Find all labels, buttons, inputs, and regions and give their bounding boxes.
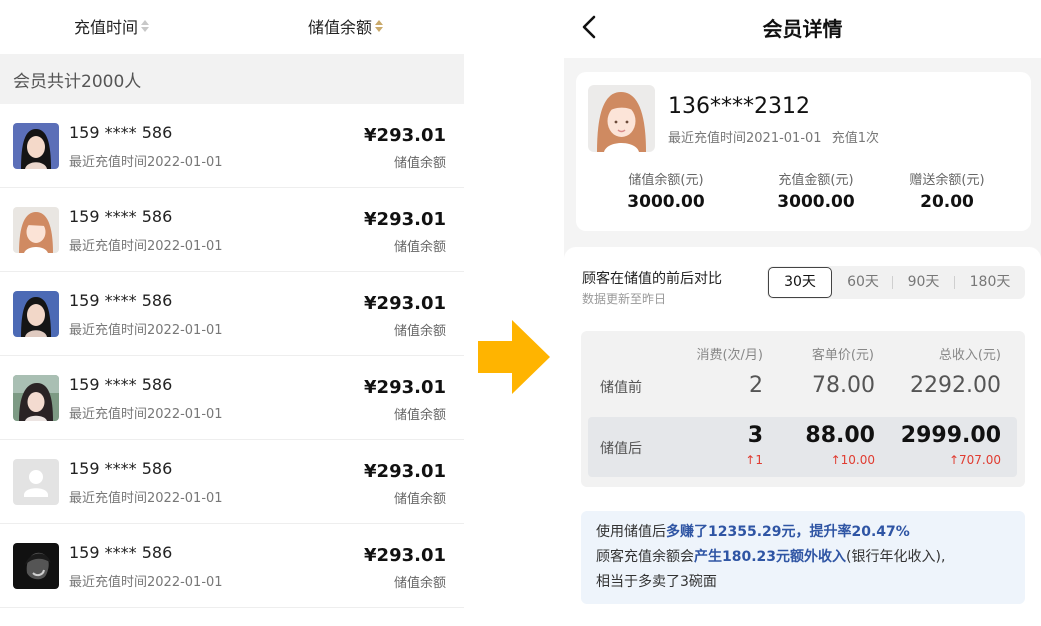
member-last-recharge: 最近充值时间2022-01-01 <box>69 407 223 422</box>
member-last-recharge: 最近充值时间2022-01-01 <box>69 323 223 338</box>
member-phone: 159 **** 586 <box>69 375 173 394</box>
member-avatar <box>588 85 655 152</box>
member-list-screen: 充值时间 储值余额 会员共计2000人 159 **** 586 最近充值时间2… <box>0 0 464 626</box>
insight-line-1: 使用储值后多赚了12355.29元，提升率20.47% <box>596 520 1010 545</box>
member-balance-label: 储值余额 <box>393 576 446 591</box>
sort-by-balance[interactable]: 储值余额 <box>308 14 384 38</box>
insight-line-2: 顾客充值余额会产生180.23元额外收入(银行年化收入), <box>596 545 1010 570</box>
member-balance: ¥293.01 <box>364 293 446 314</box>
stat-recharge-amount: 充值金额(元) 3000.00 <box>751 169 881 212</box>
member-last-recharge: 最近充值时间2022-01-01 <box>69 491 223 506</box>
member-balance-label: 储值余额 <box>393 240 446 255</box>
sort-arrows-active-icon <box>375 20 384 32</box>
after-frequency: 3 <box>747 423 763 448</box>
member-count-text: 会员共计2000人 <box>13 72 142 92</box>
stat-label: 充值金额(元) <box>778 173 854 188</box>
member-phone: 159 **** 586 <box>69 207 173 226</box>
screen: 充值时间 储值余额 会员共计2000人 159 **** 586 最近充值时间2… <box>0 0 1041 626</box>
member-phone: 136****2312 <box>668 94 810 119</box>
member-row[interactable]: 159 **** 586 最近充值时间2022-01-01 ¥293.01 储值… <box>0 440 464 524</box>
sort-by-recharge-time[interactable]: 充值时间 <box>74 14 150 38</box>
avatar <box>13 291 59 337</box>
member-last-recharge: 最近充值时间2022-01-01 <box>69 155 223 170</box>
period-tabs: 30天 60天 90天 180天 <box>767 266 1025 299</box>
avatar <box>13 543 59 589</box>
member-balance: ¥293.01 <box>364 377 446 398</box>
member-balance-label: 储值余额 <box>393 492 446 507</box>
stat-label: 赠送余额(元) <box>909 173 985 188</box>
sort-arrows-icon <box>141 20 150 32</box>
member-phone: 159 **** 586 <box>69 291 173 310</box>
insight-highlight: 多赚了12355.29元，提升率20.47% <box>666 524 910 540</box>
member-row[interactable]: 159 **** 586 最近充值时间2022-01-01 ¥293.01 储值… <box>0 524 464 608</box>
avatar <box>13 375 59 421</box>
avatar <box>13 207 59 253</box>
profile-card: 136****2312 最近充值时间2021-01-01 充值1次 储值余额(元… <box>576 72 1031 231</box>
stat-value: 20.00 <box>920 192 974 212</box>
before-unit-price: 78.00 <box>812 373 875 398</box>
insight-text: 使用储值后 <box>596 524 666 540</box>
tab-60-days[interactable]: 60天 <box>833 266 893 299</box>
sort-time-label: 充值时间 <box>74 18 139 37</box>
header-unit-price: 客单价(元) <box>811 348 874 363</box>
after-total-revenue: 2999.00 <box>900 423 1001 448</box>
after-unit-price: 88.00 <box>805 423 875 448</box>
insight-line-3: 相当于多卖了3碗面 <box>596 574 717 590</box>
stat-label: 储值余额(元) <box>628 173 704 188</box>
member-last-recharge: 最近充值时间2022-01-01 <box>69 575 223 590</box>
insight-note: 使用储值后多赚了12355.29元，提升率20.47% 顾客充值余额会产生180… <box>581 511 1025 604</box>
delta-unit-price: ↑10.00 <box>830 453 875 467</box>
tab-30-days[interactable]: 30天 <box>768 267 832 298</box>
sort-bar: 充值时间 储值余额 <box>0 0 464 54</box>
member-balance: ¥293.01 <box>364 125 446 146</box>
before-total-revenue: 2292.00 <box>910 373 1001 398</box>
comparison-subtitle: 数据更新至昨日 <box>582 292 667 306</box>
comparison-title: 顾客在储值的前后对比 <box>582 271 722 287</box>
member-balance-label: 储值余额 <box>393 408 446 423</box>
nav-bar: 会员详情 <box>564 0 1041 58</box>
delta-total-revenue: ↑707.00 <box>948 453 1001 467</box>
member-list: 159 **** 586 最近充值时间2022-01-01 ¥293.01 储值… <box>0 104 464 608</box>
sort-balance-label: 储值余额 <box>308 18 373 37</box>
member-last-recharge: 最近充值时间2022-01-01 <box>69 239 223 254</box>
last-recharge-text: 最近充值时间2021-01-01 <box>668 131 822 146</box>
member-balance: ¥293.01 <box>364 209 446 230</box>
recharge-count-text: 充值1次 <box>831 131 879 146</box>
member-phone: 159 **** 586 <box>69 459 173 478</box>
stat-value: 3000.00 <box>627 192 705 212</box>
tab-90-days[interactable]: 90天 <box>893 266 954 299</box>
insight-text: (银行年化收入), <box>846 549 946 565</box>
delta-frequency: ↑1 <box>745 453 763 467</box>
before-frequency: 2 <box>749 373 763 398</box>
member-phone: 159 **** 586 <box>69 123 173 142</box>
page-title: 会员详情 <box>762 17 843 41</box>
arrow-right-icon <box>478 320 550 398</box>
avatar <box>13 123 59 169</box>
insight-highlight: 产生180.23元额外收入 <box>694 549 847 565</box>
member-detail-screen: 会员详情 136****2312 最近充值时间2021-01-01 充值1次 储… <box>564 0 1041 626</box>
row-label-before: 储值前 <box>600 380 642 396</box>
member-balance: ¥293.01 <box>364 545 446 566</box>
member-row[interactable]: 159 **** 586 最近充值时间2022-01-01 ¥293.01 储值… <box>0 272 464 356</box>
stat-value: 3000.00 <box>777 192 855 212</box>
member-balance-label: 储值余额 <box>393 156 446 171</box>
member-recharge-meta: 最近充值时间2021-01-01 充值1次 <box>668 127 879 146</box>
member-row[interactable]: 159 **** 586 最近充值时间2022-01-01 ¥293.01 储值… <box>0 188 464 272</box>
member-count-bar: 会员共计2000人 <box>0 54 464 104</box>
comparison-table: 消费(次/月) 客单价(元) 总收入(元) 储值前 2 78.00 2292.0… <box>581 331 1025 487</box>
comparison-section: 顾客在储值的前后对比 数据更新至昨日 30天 60天 90天 180天 消费(次… <box>564 247 1041 626</box>
member-phone: 159 **** 586 <box>69 543 173 562</box>
member-row[interactable]: 159 **** 586 最近充值时间2022-01-01 ¥293.01 储值… <box>0 104 464 188</box>
stat-stored-balance: 储值余额(元) 3000.00 <box>601 169 731 212</box>
insight-text: 顾客充值余额会 <box>596 549 694 565</box>
header-total-revenue: 总收入(元) <box>938 348 1001 363</box>
header-frequency: 消费(次/月) <box>696 348 763 363</box>
member-balance: ¥293.01 <box>364 461 446 482</box>
member-balance-label: 储值余额 <box>393 324 446 339</box>
stat-bonus-balance: 赠送余额(元) 20.00 <box>882 169 1012 212</box>
default-avatar-icon <box>13 459 59 505</box>
row-label-after: 储值后 <box>600 441 642 457</box>
tab-180-days[interactable]: 180天 <box>955 266 1025 299</box>
member-row[interactable]: 159 **** 586 最近充值时间2022-01-01 ¥293.01 储值… <box>0 356 464 440</box>
